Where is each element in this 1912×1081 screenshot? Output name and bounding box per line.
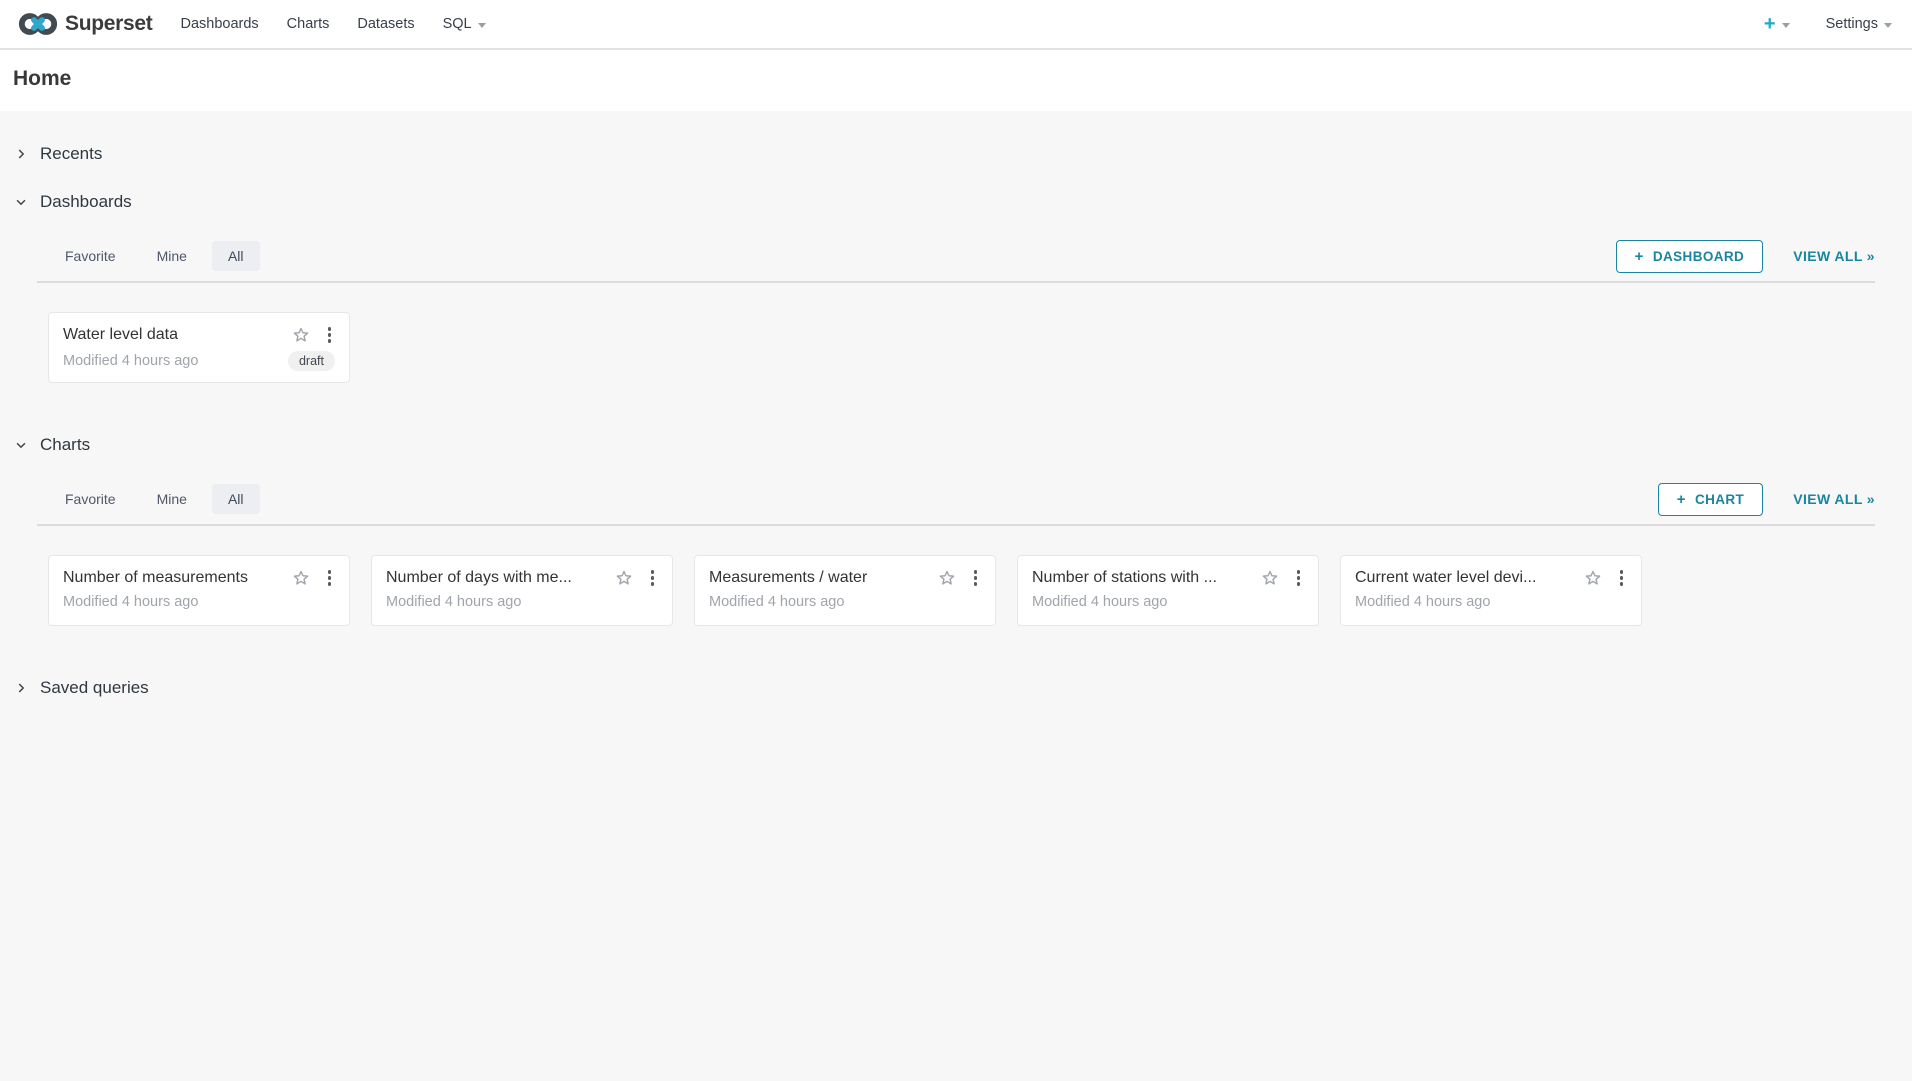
kebab-menu-icon[interactable] <box>970 567 982 589</box>
charts-collapse-header[interactable]: Charts <box>14 428 1912 462</box>
dashboards-submenu: Favorite Mine All + DASHBOARD VIEW ALL » <box>37 231 1875 283</box>
tab-favorite[interactable]: Favorite <box>49 484 132 514</box>
chevron-right-icon <box>14 147 28 161</box>
view-all-dashboards-link[interactable]: VIEW ALL » <box>1793 248 1875 264</box>
dashboards-collapse-header[interactable]: Dashboards <box>14 185 1912 219</box>
section-dashboards: Dashboards Favorite Mine All + DASHBOARD… <box>0 185 1912 416</box>
chevron-down-icon <box>1884 23 1892 28</box>
nav-item-dashboards[interactable]: Dashboards <box>180 16 258 32</box>
tab-all[interactable]: All <box>212 241 260 271</box>
chevron-down-icon <box>1782 23 1790 28</box>
card-title[interactable]: Measurements / water <box>709 569 935 587</box>
section-recents: Recents <box>0 137 1912 171</box>
kebab-menu-icon[interactable] <box>324 324 336 346</box>
card-title[interactable]: Water level data <box>63 326 289 344</box>
chevron-down-icon <box>14 438 28 452</box>
dashboard-cards-row: Water level data Modified 4 hours ago dr… <box>37 283 1875 416</box>
section-charts: Charts Favorite Mine All + CHART VIEW AL… <box>0 428 1912 659</box>
superset-infinity-icon <box>18 10 58 38</box>
card-title[interactable]: Current water level devi... <box>1355 569 1581 587</box>
nav-item-sql[interactable]: SQL <box>443 16 486 32</box>
tab-mine[interactable]: Mine <box>141 241 203 271</box>
kebab-menu-icon[interactable] <box>1616 567 1628 589</box>
charts-panel: Favorite Mine All + CHART VIEW ALL » Num… <box>37 474 1875 659</box>
card-modified: Modified 4 hours ago <box>709 594 981 610</box>
favorite-star-icon[interactable] <box>612 568 636 588</box>
card-modified: Modified 4 hours ago <box>63 353 288 369</box>
page-title: Home <box>13 67 1896 91</box>
tab-all[interactable]: All <box>212 484 260 514</box>
favorite-star-icon[interactable] <box>289 568 313 588</box>
home-content: Recents Dashboards Favorite Mine All + D… <box>0 111 1912 705</box>
charts-actions: + CHART VIEW ALL » <box>1658 483 1875 516</box>
add-dashboard-button[interactable]: + DASHBOARD <box>1616 240 1764 273</box>
card-modified: Modified 4 hours ago <box>386 594 658 610</box>
chart-card[interactable]: Current water level devi... Modified 4 h… <box>1340 555 1642 626</box>
card-title[interactable]: Number of stations with ... <box>1032 569 1258 587</box>
section-title: Dashboards <box>40 192 132 212</box>
favorite-star-icon[interactable] <box>289 325 313 345</box>
chart-card[interactable]: Number of stations with ... Modified 4 h… <box>1017 555 1319 626</box>
favorite-star-icon[interactable] <box>1581 568 1605 588</box>
draft-status-badge: draft <box>288 351 335 371</box>
card-title[interactable]: Number of days with me... <box>386 569 612 587</box>
dashboard-card[interactable]: Water level data Modified 4 hours ago dr… <box>48 312 350 383</box>
plus-icon: + <box>1677 492 1686 507</box>
navbar-right: + Settings <box>1764 14 1896 34</box>
new-item-button[interactable]: + <box>1764 14 1790 34</box>
card-title[interactable]: Number of measurements <box>63 569 289 587</box>
tab-mine[interactable]: Mine <box>141 484 203 514</box>
section-title: Recents <box>40 144 102 164</box>
chart-card[interactable]: Number of measurements Modified 4 hours … <box>48 555 350 626</box>
section-saved-queries: Saved queries <box>0 671 1912 705</box>
chevron-down-icon <box>14 195 28 209</box>
chart-cards-row: Number of measurements Modified 4 hours … <box>37 526 1875 659</box>
card-modified: Modified 4 hours ago <box>1355 594 1627 610</box>
chevron-down-icon <box>478 23 486 28</box>
kebab-menu-icon[interactable] <box>1293 567 1305 589</box>
dashboards-actions: + DASHBOARD VIEW ALL » <box>1616 240 1875 273</box>
card-modified: Modified 4 hours ago <box>1032 594 1304 610</box>
tab-favorite[interactable]: Favorite <box>49 241 132 271</box>
nav-item-charts[interactable]: Charts <box>287 16 330 32</box>
chevron-right-icon <box>14 681 28 695</box>
kebab-menu-icon[interactable] <box>647 567 659 589</box>
settings-menu[interactable]: Settings <box>1826 16 1892 32</box>
plus-icon: + <box>1764 14 1776 34</box>
superset-logo[interactable]: Superset <box>18 10 152 38</box>
chart-card[interactable]: Measurements / water Modified 4 hours ag… <box>694 555 996 626</box>
view-all-charts-link[interactable]: VIEW ALL » <box>1793 491 1875 507</box>
nav-menu: Dashboards Charts Datasets SQL <box>178 16 485 32</box>
navbar: Superset Dashboards Charts Datasets SQL … <box>0 0 1912 50</box>
favorite-star-icon[interactable] <box>1258 568 1282 588</box>
section-title: Saved queries <box>40 678 149 698</box>
add-chart-button[interactable]: + CHART <box>1658 483 1763 516</box>
chart-card[interactable]: Number of days with me... Modified 4 hou… <box>371 555 673 626</box>
card-modified: Modified 4 hours ago <box>63 594 335 610</box>
section-title: Charts <box>40 435 90 455</box>
page-header: Home <box>0 50 1912 111</box>
saved-queries-collapse-header[interactable]: Saved queries <box>14 671 1912 705</box>
kebab-menu-icon[interactable] <box>324 567 336 589</box>
recents-collapse-header[interactable]: Recents <box>14 137 1912 171</box>
favorite-star-icon[interactable] <box>935 568 959 588</box>
nav-item-datasets[interactable]: Datasets <box>357 16 414 32</box>
charts-submenu: Favorite Mine All + CHART VIEW ALL » <box>37 474 1875 526</box>
dashboards-panel: Favorite Mine All + DASHBOARD VIEW ALL »… <box>37 231 1875 416</box>
brand-name: Superset <box>65 12 152 36</box>
plus-icon: + <box>1635 249 1644 264</box>
